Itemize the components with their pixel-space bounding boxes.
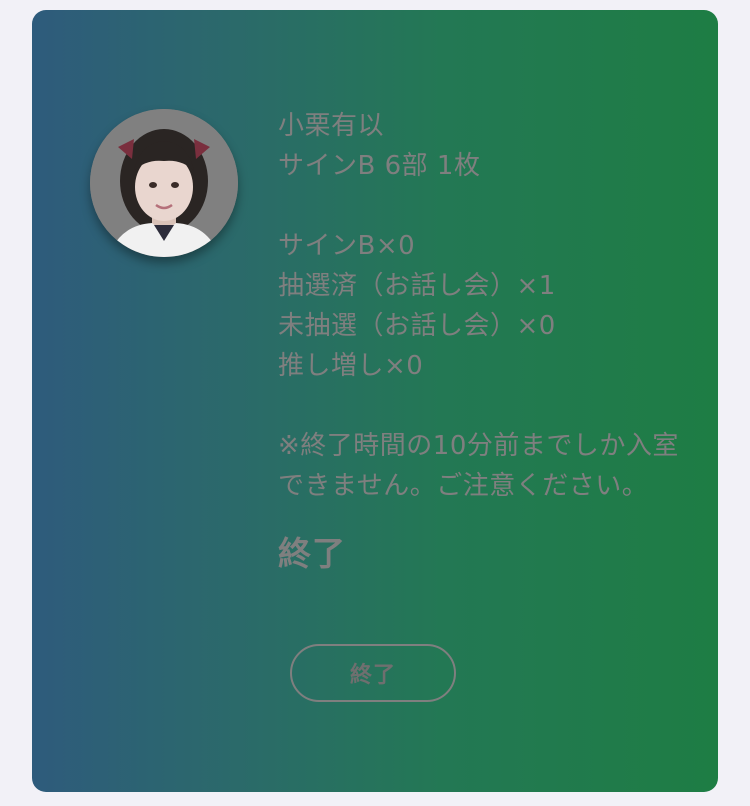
end-button[interactable]: 終了 — [290, 644, 456, 702]
session-status: 終了 — [278, 534, 346, 573]
entry-notice: ※終了時間の10分前までしか入室できません。ご注意ください。 — [278, 431, 679, 501]
count-undrawn-talk: 未抽選（お話し会）×0 — [278, 311, 556, 341]
member-name: 小栗有以 — [278, 111, 385, 141]
count-sign-b: サインB×0 — [278, 231, 416, 261]
ticket-info: 小栗有以 サインB 6部 1枚 サインB×0 抽選済（お話し会）×1 未抽選（お… — [278, 106, 688, 579]
member-avatar — [90, 109, 238, 257]
ticket-detail: サインB 6部 1枚 — [278, 151, 481, 181]
event-ticket-card: 小栗有以 サインB 6部 1枚 サインB×0 抽選済（お話し会）×1 未抽選（お… — [32, 10, 718, 792]
count-oshimashi: 推し増し×0 — [278, 351, 424, 381]
count-drawn-talk: 抽選済（お話し会）×1 — [278, 271, 556, 301]
